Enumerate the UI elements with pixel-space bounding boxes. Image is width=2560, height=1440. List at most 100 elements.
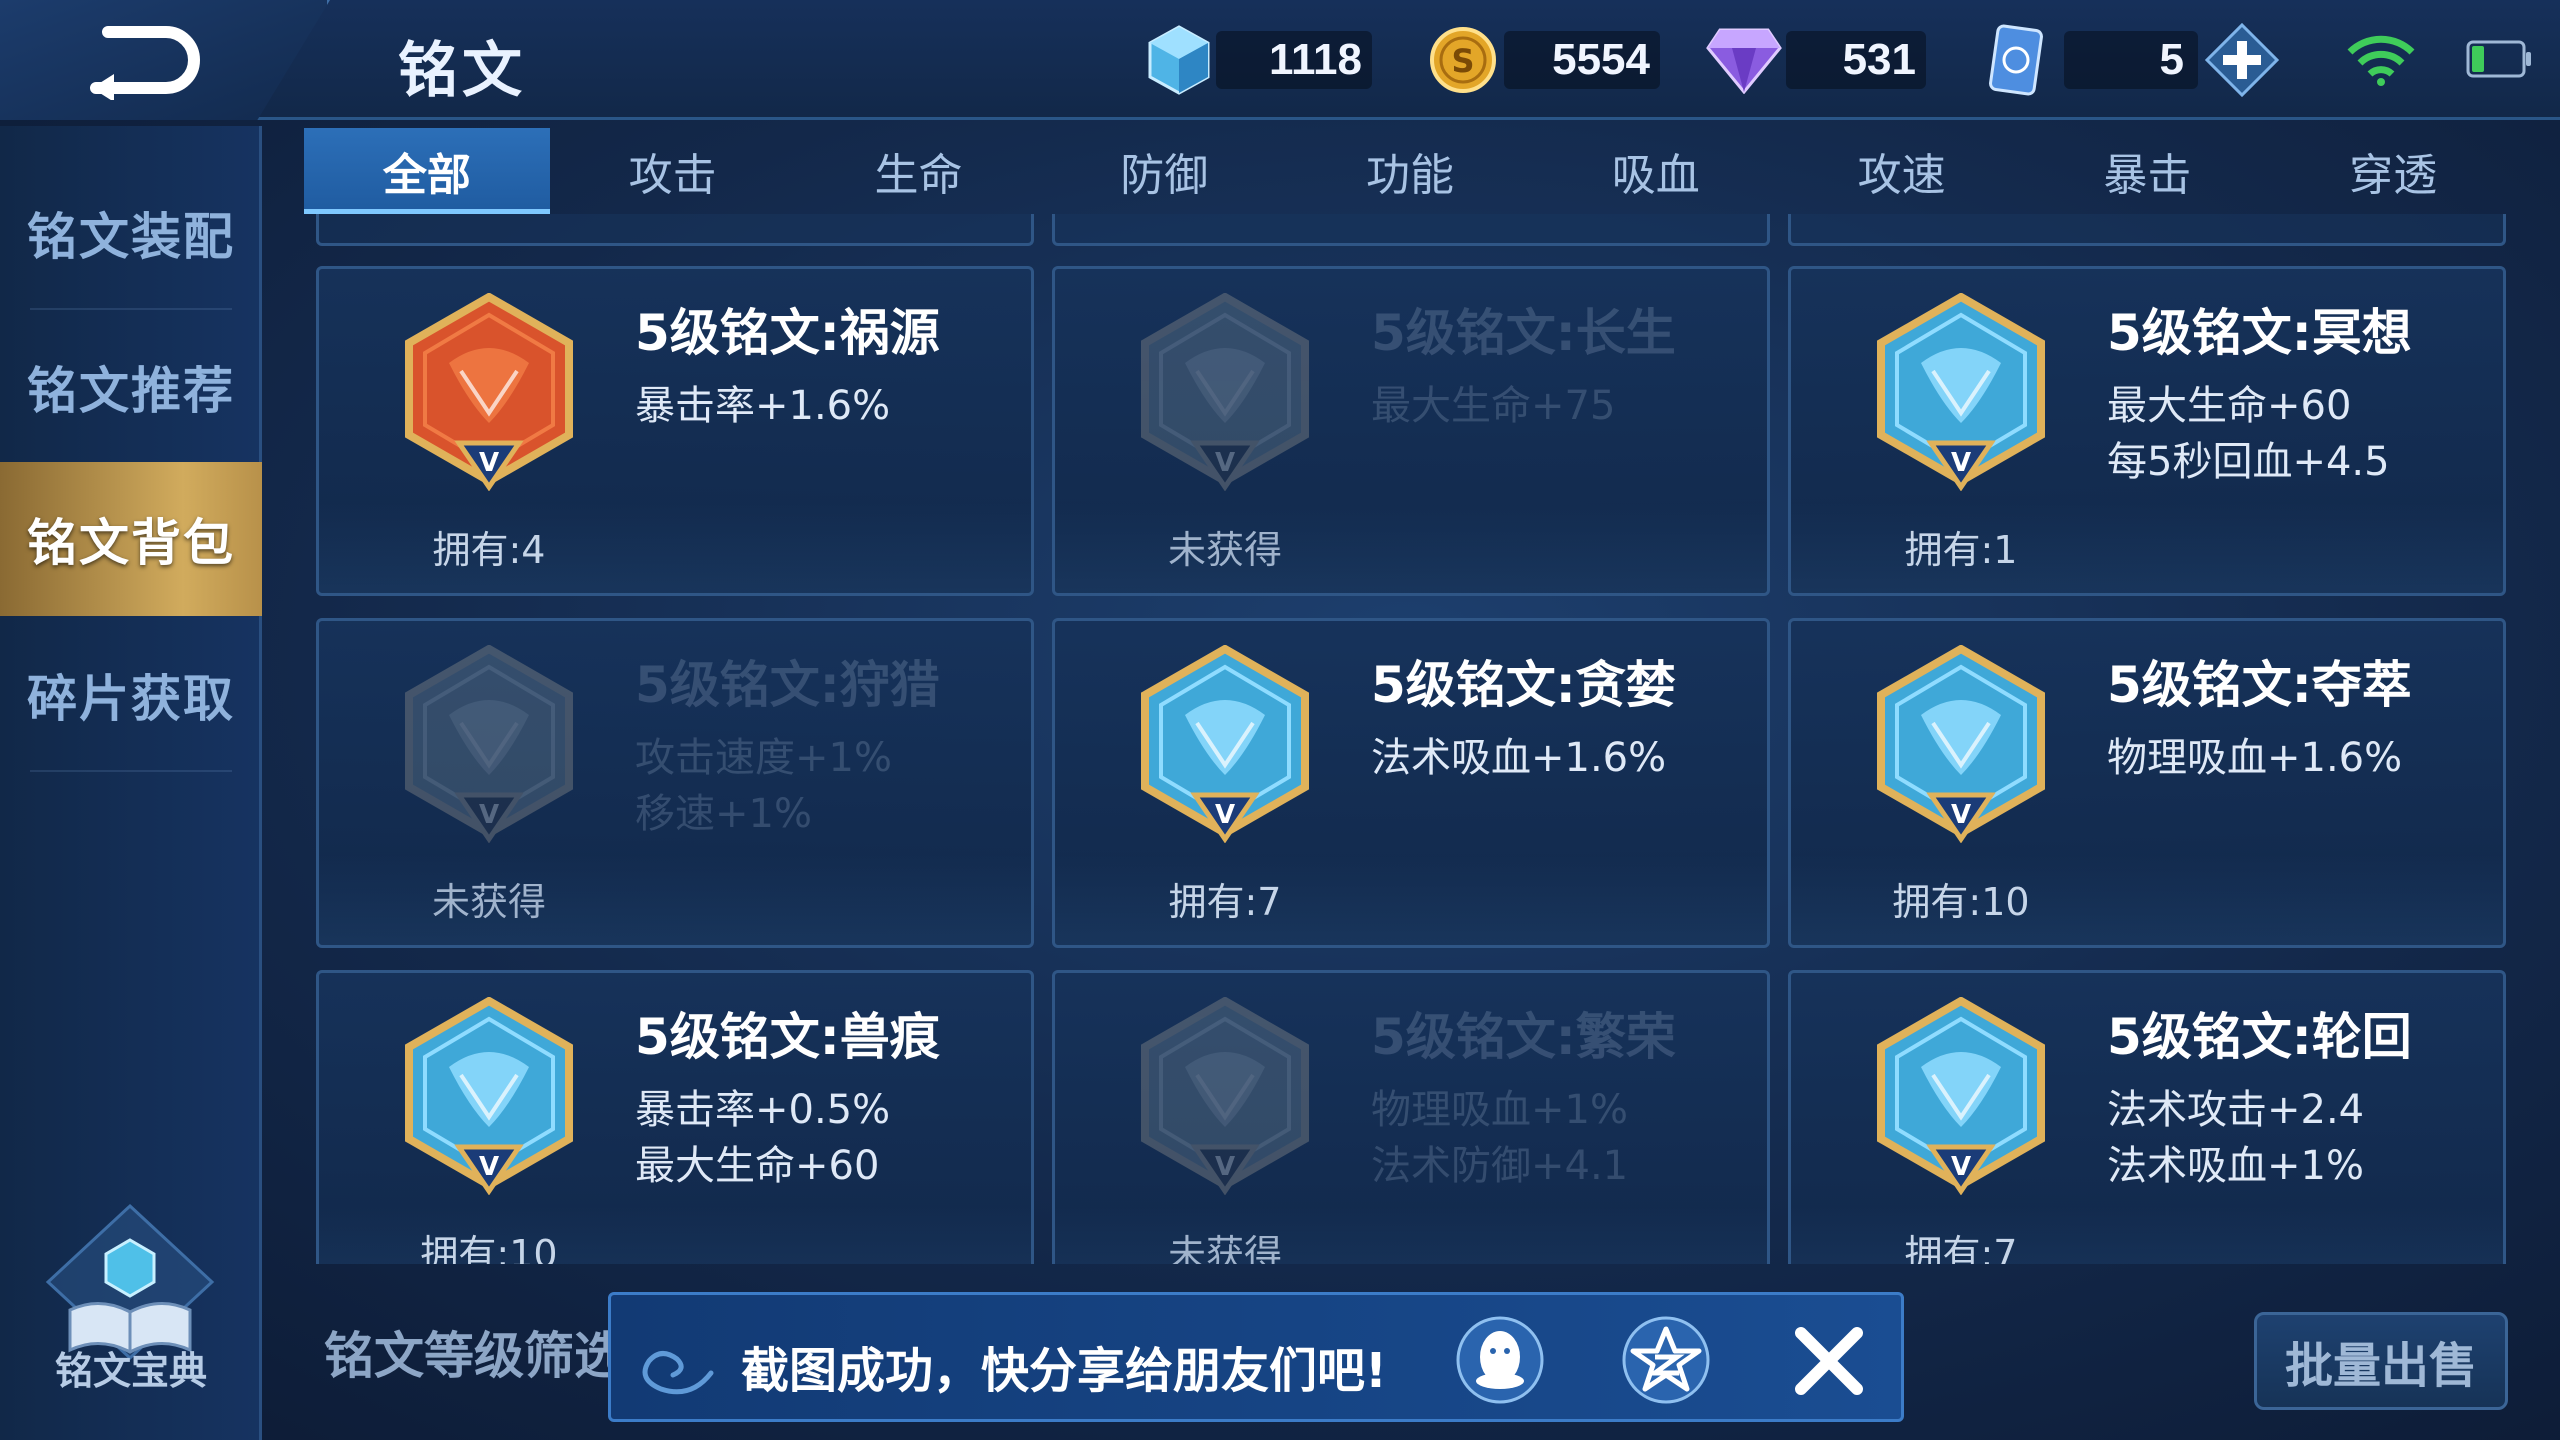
rune-emblem-icon: V — [1871, 292, 2051, 492]
back-button-area[interactable] — [0, 0, 330, 120]
rune-card-partial — [316, 214, 1034, 246]
screenshot-share-toast: 截图成功，快分享给朋友们吧! — [608, 1292, 1904, 1422]
rune-emblem-icon: V — [399, 644, 579, 844]
rune-card[interactable]: V 5级铭文:长生 最大生命+75 未获得 — [1052, 266, 1770, 596]
crystal-icon — [1148, 25, 1210, 95]
card-icon — [1989, 24, 2043, 96]
rune-owned-count: 拥有:10 — [420, 1232, 558, 1264]
rune-card-partial — [1052, 214, 1770, 246]
rune-name: 5级铭文:冥想 — [2107, 304, 2412, 362]
svg-text:V: V — [1215, 1152, 1235, 1182]
sidebar-item-rune-recommend[interactable]: 铭文推荐 — [0, 310, 262, 464]
rune-owned-count: 未获得 — [431, 880, 546, 924]
rune-owned-count: 拥有:7 — [1168, 880, 1282, 924]
rune-stat: 物理吸血+1.6% — [2107, 735, 2403, 781]
rune-name: 5级铭文:繁荣 — [1371, 1008, 1676, 1066]
crystal-counter: 1118 — [1146, 18, 1372, 102]
svg-text:S: S — [1451, 42, 1474, 80]
tab-3[interactable]: 防御 — [1041, 128, 1287, 214]
rune-stat: 法术防御+4.1 — [1371, 1143, 1629, 1189]
svg-text:V: V — [1215, 448, 1235, 478]
svg-text:V: V — [479, 800, 499, 830]
rune-codex-label: 铭文宝典 — [54, 1349, 207, 1393]
rune-card[interactable]: V 5级铭文:轮回法术攻击+2.4 法术吸血+1% 拥有:7 — [1788, 970, 2506, 1264]
svg-text:V: V — [479, 1152, 499, 1182]
diamond-value: 531 — [1842, 35, 1916, 84]
battery-icon — [2466, 40, 2531, 78]
rune-name: 5级铭文:轮回 — [2107, 1008, 2412, 1066]
rune-stat: 暴击率+1.6% — [635, 383, 891, 429]
rune-grid: V 5级铭文:祸源暴击率+1.6% 拥有:4 V 5级铭文:长生 最大生命+75 未获… — [316, 214, 2508, 1264]
svg-text:V: V — [1951, 1152, 1971, 1182]
tab-4[interactable]: 功能 — [1287, 128, 1533, 214]
rune-owned-count: 拥有:10 — [1892, 880, 2030, 924]
rune-stat: 法术攻击+2.4 — [2107, 1087, 2365, 1133]
swirl-decoration-icon — [642, 1351, 714, 1395]
tab-0[interactable]: 全部 — [304, 128, 550, 214]
tab-7[interactable]: 暴击 — [2024, 128, 2270, 214]
rune-stat: 法术吸血+1% — [2107, 1143, 2364, 1189]
sidebar-item-rune-bag[interactable]: 铭文背包 — [0, 462, 262, 616]
rune-card[interactable]: V 5级铭文:夺萃物理吸血+1.6% 拥有:10 — [1788, 618, 2506, 948]
sidebar-item-label: 铭文推荐 — [27, 362, 235, 420]
rune-name: 5级铭文:兽痕 — [635, 1008, 940, 1066]
category-tabs: 全部 攻击 生命 防御 功能 吸血 攻速 暴击 穿透 — [304, 128, 2516, 214]
rune-emblem-icon: V — [1135, 644, 1315, 844]
rune-name: 5级铭文:夺萃 — [2107, 656, 2412, 714]
rune-name: 5级铭文:长生 — [1371, 304, 1676, 362]
rune-card[interactable]: V 5级铭文:贪婪法术吸血+1.6% 拥有:7 — [1052, 618, 1770, 948]
svg-text:V: V — [1951, 800, 1971, 830]
bulk-sell-button[interactable]: 批量出售 — [2254, 1312, 2508, 1410]
rune-card[interactable]: V 5级铭文:繁荣 物理吸血+1% 法术防御+4.1 未获得 — [1052, 970, 1770, 1264]
card-counter: 5 — [1988, 18, 2198, 102]
rune-card[interactable]: V 5级铭文:狩猎 攻击速度+1% 移速+1% 未获得 — [316, 618, 1034, 948]
back-arrow-icon[interactable] — [88, 22, 208, 100]
sidebar-item-rune-equip[interactable]: 铭文装配 — [0, 156, 262, 310]
svg-text:V: V — [479, 448, 499, 478]
rune-stat: 最大生命+60 — [635, 1143, 880, 1189]
crystal-value: 1118 — [1268, 35, 1362, 84]
sidebar-item-label: 铭文装配 — [27, 208, 235, 266]
rune-card-partial — [1788, 214, 2506, 246]
sidebar-divider — [30, 770, 232, 772]
rune-owned-count: 未获得 — [1167, 528, 1282, 572]
rune-owned-count: 拥有:1 — [1904, 528, 2018, 572]
add-resource-button[interactable] — [2205, 23, 2279, 97]
rune-emblem-icon: V — [1871, 644, 2051, 844]
toast-message: 截图成功，快分享给朋友们吧! — [741, 1343, 1387, 1399]
tab-5[interactable]: 吸血 — [1533, 128, 1779, 214]
sidebar-item-label: 铭文背包 — [27, 514, 235, 572]
close-icon[interactable] — [1791, 1323, 1867, 1399]
qq-share-icon[interactable] — [1455, 1315, 1545, 1405]
sidebar-item-fragments[interactable]: 碎片获取 — [0, 618, 262, 772]
gold-coin-icon: S — [1430, 27, 1496, 93]
rune-name: 5级铭文:贪婪 — [1371, 656, 1676, 714]
rune-stat: 移速+1% — [635, 791, 812, 837]
rune-card[interactable]: V 5级铭文:冥想 最大生命+60 每5秒回血+4.5 拥有:1 — [1788, 266, 2506, 596]
page-title: 铭文 — [398, 36, 526, 106]
rune-card[interactable]: V 5级铭文:兽痕暴击率+0.5% 最大生命+60 拥有:10 — [316, 970, 1034, 1264]
rune-emblem-icon: V — [399, 292, 579, 492]
rune-stat: 物理吸血+1% — [1371, 1087, 1628, 1133]
rune-emblem-icon: V — [1871, 996, 2051, 1196]
rune-name: 5级铭文:祸源 — [635, 304, 940, 362]
rune-stat: 攻击速度+1% — [635, 735, 892, 781]
rune-stat: 最大生命+60 — [2107, 383, 2352, 429]
rune-level-filter[interactable]: 铭文等级筛选 — [324, 1316, 624, 1388]
rune-card[interactable]: V 5级铭文:祸源暴击率+1.6% 拥有:4 — [316, 266, 1034, 596]
diamond-icon — [1706, 28, 1782, 94]
rune-stat: 暴击率+0.5% — [635, 1087, 891, 1133]
tab-8[interactable]: 穿透 — [2270, 128, 2516, 214]
diamond-counter: 531 — [1706, 18, 1926, 102]
rune-stat: 法术吸血+1.6% — [1371, 735, 1667, 781]
rune-owned-count: 拥有:4 — [432, 528, 546, 572]
rune-emblem-icon: V — [1135, 996, 1315, 1196]
card-value: 5 — [2159, 35, 2184, 84]
gold-counter: S 5554 — [1428, 18, 1660, 102]
tab-6[interactable]: 攻速 — [1779, 128, 2025, 214]
svg-text:V: V — [1215, 800, 1235, 830]
tab-2[interactable]: 生命 — [796, 128, 1042, 214]
rune-owned-count: 拥有:7 — [1904, 1232, 2018, 1264]
tab-1[interactable]: 攻击 — [550, 128, 796, 214]
qzone-share-icon[interactable] — [1621, 1315, 1711, 1405]
